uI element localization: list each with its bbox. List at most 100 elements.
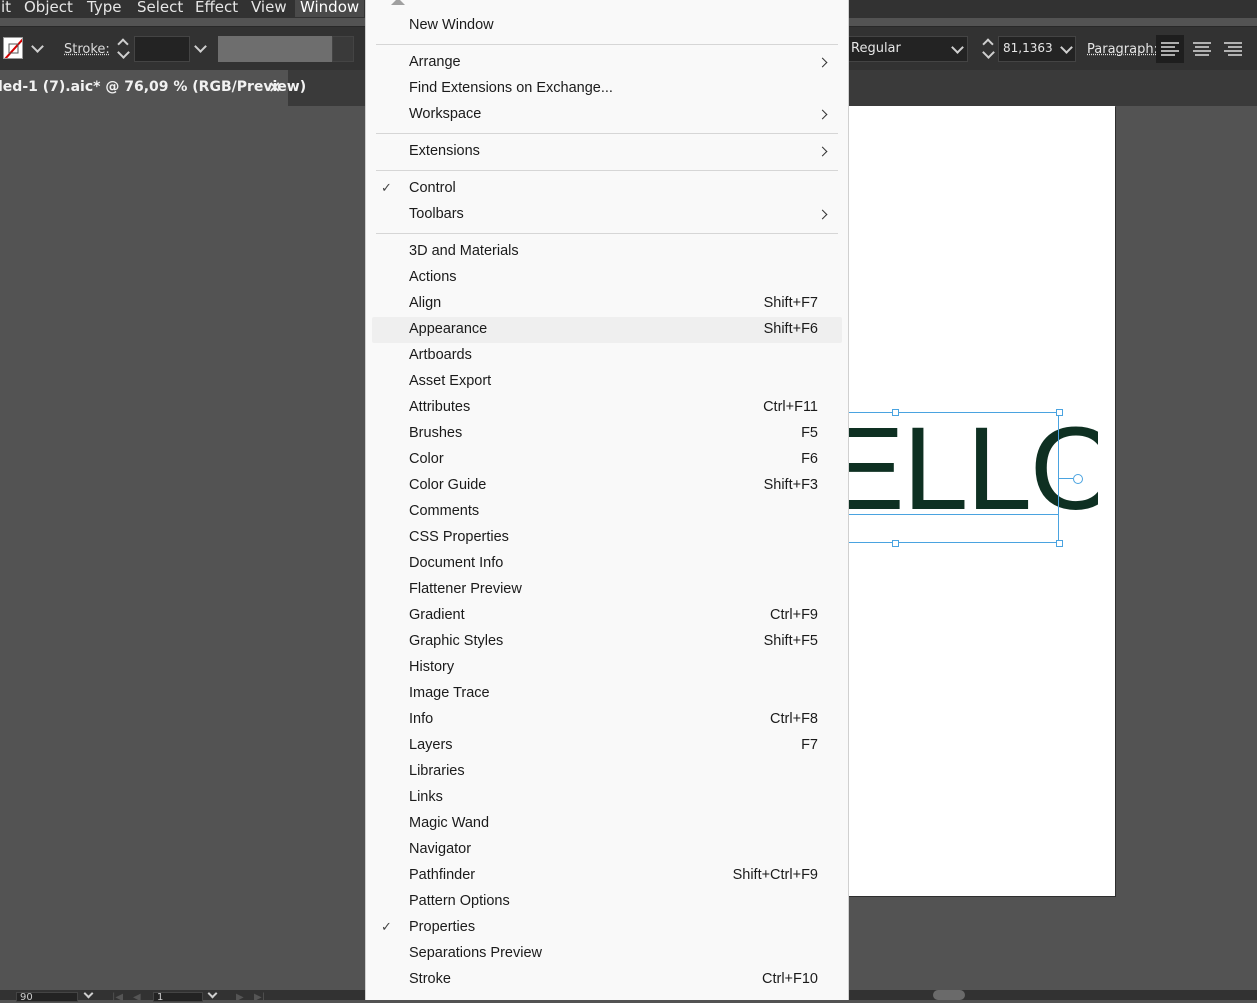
menu-item-shortcut: Shift+Ctrl+F9 <box>732 867 818 883</box>
menu-item-shortcut: Ctrl+F10 <box>761 971 818 987</box>
menu-item-history[interactable]: History <box>372 655 842 681</box>
selection-handle-bottom-right[interactable] <box>1056 540 1063 547</box>
menu-separator <box>376 170 838 171</box>
stroke-weight-input[interactable] <box>134 36 190 62</box>
menu-item-magic-wand[interactable]: Magic Wand <box>372 811 842 837</box>
menu-item-label: Artboards <box>409 347 472 363</box>
selection-handle-bottom[interactable] <box>892 540 899 547</box>
menu-item-pattern-options[interactable]: Pattern Options <box>372 889 842 915</box>
text-out-port[interactable] <box>1073 474 1083 484</box>
zoom-input[interactable]: 90 <box>16 992 78 1002</box>
next-artboard-icon[interactable]: ▶ <box>236 992 244 1003</box>
menu-item-shortcut: Shift+F5 <box>763 633 818 649</box>
menu-item-color-guide[interactable]: Color Guide Shift+F3 <box>372 473 842 499</box>
menu-view[interactable]: View <box>246 0 292 17</box>
menu-item-label: Workspace <box>409 106 482 122</box>
menu-item-find-extensions-on-exchange[interactable]: Find Extensions on Exchange... <box>372 76 842 102</box>
font-style-select[interactable]: Regular <box>846 36 968 62</box>
horizontal-scrollbar-thumb[interactable] <box>933 990 965 1000</box>
menu-item-label: History <box>409 659 455 675</box>
menu-edit[interactable]: it <box>0 0 16 17</box>
fill-none-swatch[interactable] <box>3 37 23 59</box>
menu-item-extensions[interactable]: Extensions <box>372 139 842 165</box>
variable-width-profile[interactable] <box>218 36 332 62</box>
menu-item-libraries[interactable]: Libraries <box>372 759 842 785</box>
stroke-label[interactable]: Stroke: <box>64 42 110 57</box>
menu-item-label: Align <box>409 295 442 311</box>
menu-item-shortcut: Ctrl+F8 <box>770 711 818 727</box>
menu-item-pathfinder[interactable]: Pathfinder Shift+Ctrl+F9 <box>372 863 842 889</box>
menu-item-3d-and-materials[interactable]: 3D and Materials <box>372 239 842 265</box>
align-center-button[interactable] <box>1188 35 1216 63</box>
no-fill-icon <box>4 38 22 58</box>
document-tab-title: led-1 (7).aic* @ 76,09 % (RGB/Preview) <box>0 79 307 95</box>
menu-item-new-window[interactable]: New Window <box>372 13 842 39</box>
selection-handle-top-right[interactable] <box>1056 409 1063 416</box>
align-right-button[interactable] <box>1219 35 1247 63</box>
menu-item-properties[interactable]: ✓ Properties <box>372 915 842 941</box>
menu-item-links[interactable]: Links <box>372 785 842 811</box>
menu-item-graphic-styles[interactable]: Graphic Styles Shift+F5 <box>372 629 842 655</box>
selection-handle-top[interactable] <box>892 409 899 416</box>
menu-item-css-properties[interactable]: CSS Properties <box>372 525 842 551</box>
menu-effect[interactable]: Effect <box>190 0 243 17</box>
menu-item-actions[interactable]: Actions <box>372 265 842 291</box>
menu-item-brushes[interactable]: Brushes F5 <box>372 421 842 447</box>
menu-item-arrange[interactable]: Arrange <box>372 50 842 76</box>
artboard-number-input[interactable]: 1 <box>153 992 203 1002</box>
align-left-button[interactable] <box>1156 35 1184 63</box>
menu-item-label: Separations Preview <box>409 945 542 961</box>
stroke-down-icon[interactable] <box>117 46 130 59</box>
profile-dropdown[interactable] <box>332 36 354 62</box>
menu-object[interactable]: Object <box>19 0 78 17</box>
menu-item-align[interactable]: Align Shift+F7 <box>372 291 842 317</box>
menu-item-stroke[interactable]: Stroke Ctrl+F10 <box>372 967 842 993</box>
menu-item-label: Stroke <box>409 971 451 987</box>
font-size-down-icon[interactable] <box>982 46 995 59</box>
font-size-input[interactable]: 81,1363 <box>998 36 1076 62</box>
stroke-weight-chevron-icon[interactable] <box>194 40 207 53</box>
menu-item-shortcut: F5 <box>801 425 818 441</box>
font-style-chevron-icon <box>951 41 964 54</box>
menu-item-label: Attributes <box>409 399 471 415</box>
first-artboard-icon[interactable]: |◀ <box>112 992 123 1003</box>
menu-separator <box>376 44 838 45</box>
menu-item-toolbars[interactable]: Toolbars <box>372 202 842 228</box>
menu-item-info[interactable]: Info Ctrl+F8 <box>372 707 842 733</box>
menu-item-navigator[interactable]: Navigator <box>372 837 842 863</box>
menu-item-gradient[interactable]: Gradient Ctrl+F9 <box>372 603 842 629</box>
menu-item-label: Gradient <box>409 607 465 623</box>
menu-item-label: Color <box>409 451 444 467</box>
menu-item-appearance[interactable]: Appearance Shift+F6 <box>372 317 842 343</box>
checkmark-icon: ✓ <box>381 180 392 195</box>
menu-item-flattener-preview[interactable]: Flattener Preview <box>372 577 842 603</box>
text-baseline <box>849 514 1058 515</box>
menu-item-label: Extensions <box>409 143 480 159</box>
last-artboard-icon[interactable]: ▶| <box>254 992 265 1003</box>
scroll-up-arrow-icon[interactable] <box>391 0 405 5</box>
menu-item-control[interactable]: ✓ Control <box>372 176 842 202</box>
menu-item-comments[interactable]: Comments <box>372 499 842 525</box>
paragraph-label[interactable]: Paragraph: <box>1087 42 1158 57</box>
menu-item-color[interactable]: Color F6 <box>372 447 842 473</box>
menu-item-workspace[interactable]: Workspace <box>372 102 842 128</box>
menu-item-artboards[interactable]: Artboards <box>372 343 842 369</box>
menu-item-asset-export[interactable]: Asset Export <box>372 369 842 395</box>
menu-item-label: Links <box>409 789 443 805</box>
menu-item-separations-preview[interactable]: Separations Preview <box>372 941 842 967</box>
close-icon[interactable]: × <box>268 77 281 96</box>
zoom-chevron-icon[interactable] <box>83 988 94 999</box>
menu-item-attributes[interactable]: Attributes Ctrl+F11 <box>372 395 842 421</box>
fill-dropdown-chevron-icon[interactable] <box>31 40 44 53</box>
selection-bounding-box <box>848 412 1059 543</box>
menu-item-document-info[interactable]: Document Info <box>372 551 842 577</box>
menu-item-layers[interactable]: Layers F7 <box>372 733 842 759</box>
artboard-chevron-icon[interactable] <box>207 988 218 999</box>
menu-item-image-trace[interactable]: Image Trace <box>372 681 842 707</box>
menu-window[interactable]: Window <box>295 0 365 17</box>
document-tab[interactable]: led-1 (7).aic* @ 76,09 % (RGB/Preview) × <box>0 70 306 106</box>
previous-artboard-icon[interactable]: ◀ <box>133 992 141 1003</box>
menu-type[interactable]: Type <box>82 0 126 17</box>
menu-select[interactable]: Select <box>132 0 188 17</box>
menu-item-label: New Window <box>409 17 494 33</box>
